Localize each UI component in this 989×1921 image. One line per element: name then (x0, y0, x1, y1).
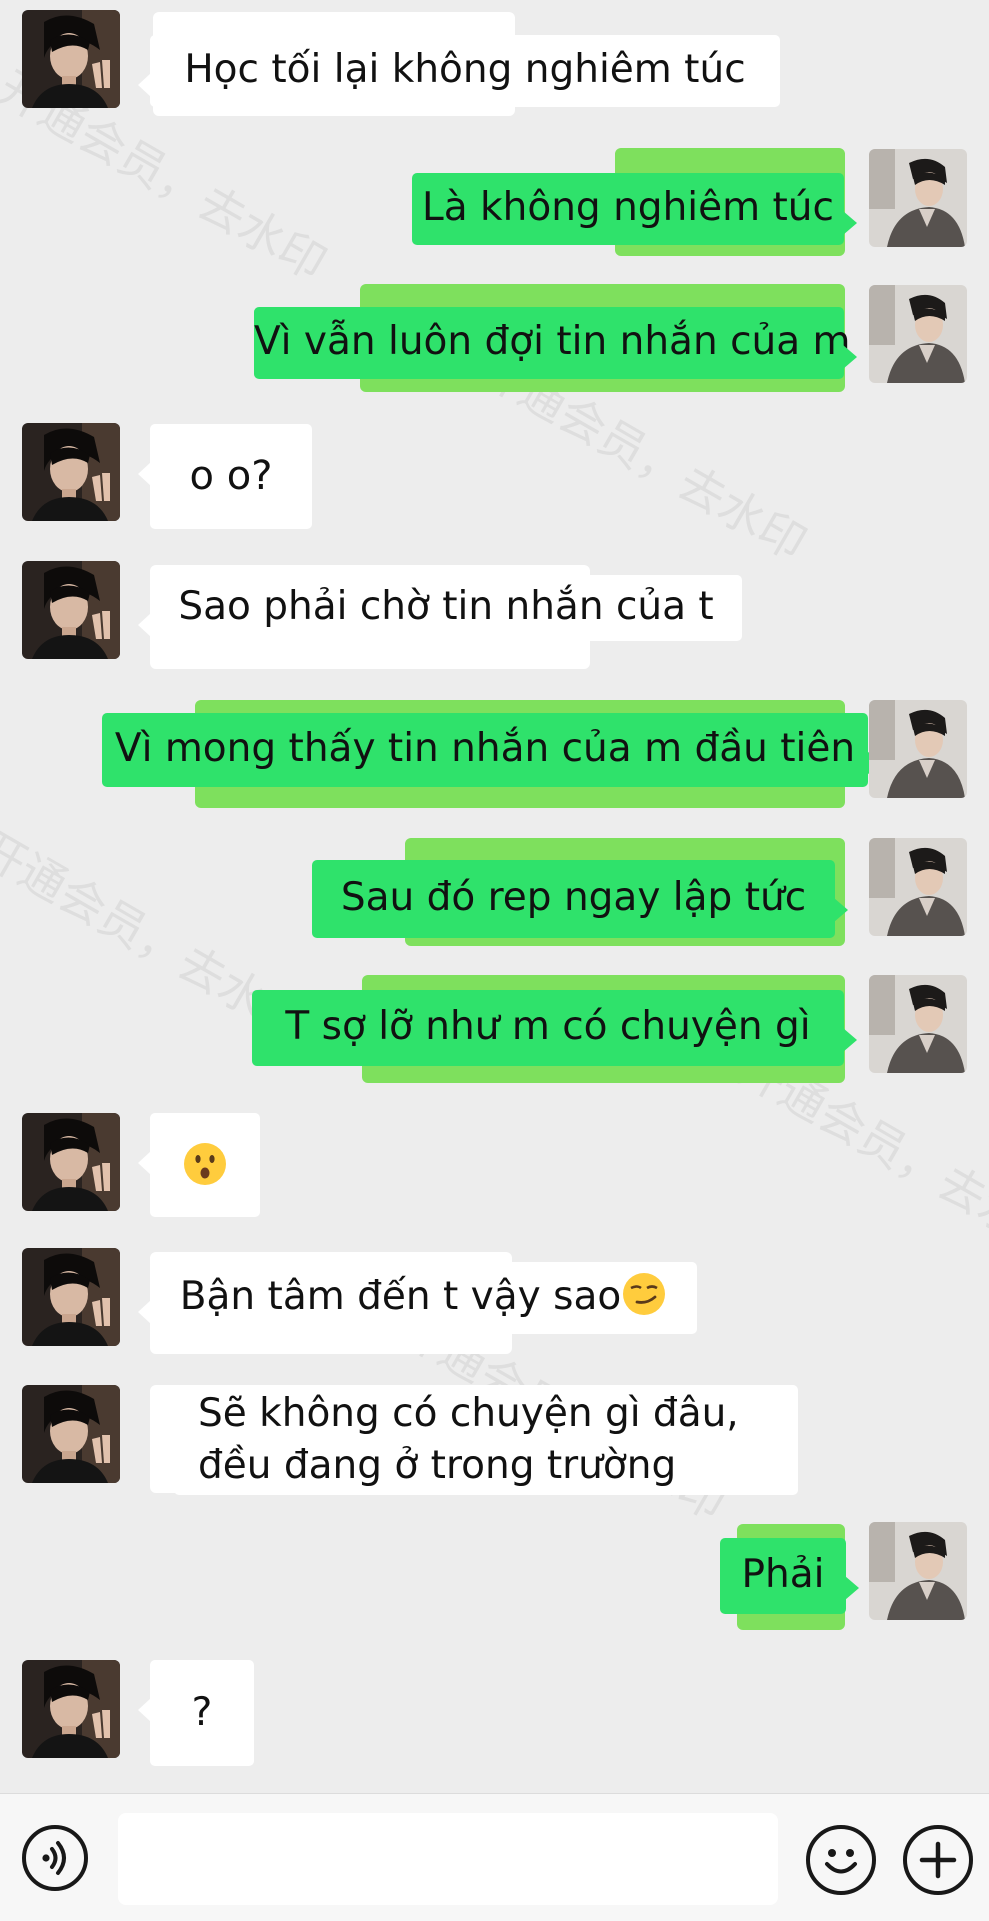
contact-avatar[interactable] (22, 1385, 120, 1483)
contact-avatar[interactable] (22, 1660, 120, 1758)
my-avatar[interactable] (869, 1522, 967, 1620)
chat-area[interactable]: 开通会员，去水印 开通会员，去水印 开通会员，去水印 开通会员，去水印 开通会员… (0, 0, 989, 1793)
message-bubble-outgoing[interactable]: Vì vẫn luôn đợi tin nhắn của m (254, 307, 857, 379)
message-bubble-incoming[interactable]: Học tối lại không nghiêm túc (138, 35, 780, 107)
contact-avatar[interactable] (22, 423, 120, 521)
message-text: ? (191, 1690, 213, 1735)
voice-button[interactable] (22, 1825, 88, 1891)
message-bubble-outgoing[interactable]: Vì mong thấy tin nhắn của m đầu tiên (102, 713, 881, 787)
message-bubble-outgoing[interactable]: T sợ lỡ như m có chuyện gì (252, 990, 857, 1066)
message-bubble-outgoing[interactable]: Là không nghiêm túc (412, 173, 857, 245)
message-text: Bận tâm đến t vậy sao (179, 1274, 622, 1319)
message-text: T sợ lỡ như m có chuyện gì (285, 1004, 811, 1049)
my-avatar[interactable] (869, 149, 967, 247)
message-line: Sẽ không có chuyện gì đâu, (198, 1391, 739, 1436)
smirking-face-emoji (621, 1271, 667, 1317)
message-text: Phải (741, 1552, 825, 1597)
voice-icon (42, 1841, 66, 1875)
my-avatar[interactable] (869, 700, 967, 798)
my-avatar[interactable] (869, 838, 967, 936)
contact-avatar[interactable] (22, 561, 120, 659)
contact-avatar[interactable] (22, 1113, 120, 1211)
message-text: Học tối lại không nghiêm túc (184, 47, 746, 92)
message-bubble-incoming[interactable]: Sao phải chờ tin nhắn của t (138, 575, 742, 641)
message-bubble-incoming[interactable]: ? (138, 1660, 254, 1766)
message-text: Sao phải chờ tin nhắn của t (178, 584, 714, 629)
message-bubble-incoming[interactable] (138, 1113, 260, 1217)
message-bubble-incoming[interactable]: Bận tâm đến t vậy sao (138, 1262, 697, 1334)
more-button[interactable] (903, 1825, 973, 1895)
message-text: Vì vẫn luôn đợi tin nhắn của m (254, 319, 851, 364)
hushed-face-emoji (184, 1143, 226, 1185)
contact-avatar[interactable] (22, 1248, 120, 1346)
my-avatar[interactable] (869, 975, 967, 1073)
message-input[interactable] (118, 1813, 778, 1905)
message-bubble-outgoing[interactable]: Phải (720, 1538, 859, 1614)
message-text: o o? (189, 453, 273, 499)
my-avatar[interactable] (869, 285, 967, 383)
message-line: đều đang ở trong trường (198, 1443, 677, 1488)
emoji-icon (825, 1849, 857, 1874)
emoji-button[interactable] (806, 1825, 876, 1895)
message-text: Sau đó rep ngay lập tức (340, 875, 807, 920)
input-bar (0, 1793, 989, 1921)
message-bubble-outgoing[interactable]: Sau đó rep ngay lập tức (312, 860, 848, 938)
contact-avatar[interactable] (22, 10, 120, 108)
message-text: Là không nghiêm túc (422, 185, 834, 230)
message-bubble-incoming[interactable]: Sẽ không có chuyện gì đâu, đều đang ở tr… (162, 1385, 798, 1495)
plus-icon (919, 1841, 957, 1879)
message-text: Vì mong thấy tin nhắn của m đầu tiên (114, 726, 856, 771)
message-bubble-incoming[interactable]: o o? (138, 424, 312, 529)
